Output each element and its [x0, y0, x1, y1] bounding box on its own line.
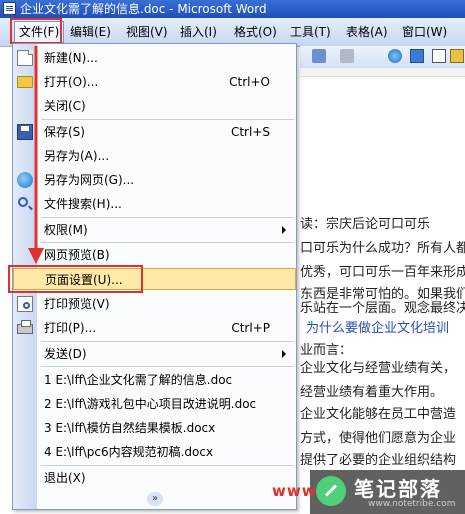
menu-item-label: 保存(S) — [44, 125, 85, 139]
menu-item-label: 权限(M) — [44, 223, 88, 237]
standard-toolbar — [300, 46, 465, 69]
menu-item-file-search[interactable]: 文件搜索(H)... — [13, 193, 296, 215]
menu-item-save-as[interactable]: 另存为(A)... — [13, 145, 296, 167]
submenu-arrow-icon — [282, 226, 286, 234]
document-line: 提供了必要的企业组织结构 — [300, 453, 457, 468]
document-line: 读：宗庆后论可口可乐 — [300, 217, 431, 232]
search-icon — [18, 197, 28, 207]
menu-insert[interactable]: 插入(I) — [180, 23, 217, 41]
menu-separator — [41, 465, 294, 466]
menu-edit[interactable]: 编辑(E) — [70, 23, 111, 41]
menu-view[interactable]: 视图(V) — [126, 23, 168, 41]
menu-format[interactable]: 格式(O) — [234, 23, 277, 41]
menu-item-shortcut: Ctrl+P — [231, 321, 270, 335]
menu-item-label: 3 E:\lff\模仿自然结果模板.docx — [44, 421, 216, 435]
recent-file-2[interactable]: 2 E:\lff\游戏礼包中心项目改进说明.doc — [13, 393, 296, 415]
recent-file-4[interactable]: 4 E:\lff\pc6内容规范初稿.docx — [13, 441, 296, 463]
tables-borders-icon[interactable] — [410, 49, 424, 63]
menu-table[interactable]: 表格(A) — [346, 23, 388, 41]
menu-item-shortcut: Ctrl+S — [230, 125, 270, 139]
recent-file-1[interactable]: 1 E:\lff\企业文化需了解的信息.doc — [13, 369, 296, 391]
menu-item-permission[interactable]: 权限(M) — [13, 219, 296, 241]
insert-table-icon[interactable] — [432, 49, 446, 63]
menu-item-label: 打印(P)... — [44, 321, 97, 335]
menu-separator — [41, 242, 294, 243]
watermark-url: www.notetribe.com — [368, 499, 456, 509]
document-line: 企业文化能够在员工中营造 — [300, 407, 457, 422]
menu-item-label: 打印预览(V) — [44, 297, 110, 311]
word-document-icon — [3, 2, 16, 15]
save-icon — [17, 124, 33, 140]
title-bar: 企业文化需了解的信息.doc - Microsoft Word — [0, 0, 465, 18]
ruler — [300, 68, 465, 77]
menu-item-send[interactable]: 发送(D) — [13, 343, 296, 365]
submenu-arrow-icon — [282, 350, 286, 358]
menu-item-label: 另存为网页(G)... — [44, 173, 135, 187]
document-line: 企业文化与经营业绩有关， — [300, 361, 457, 376]
menu-item-new[interactable]: 新建(N)... — [13, 47, 296, 69]
new-document-icon — [17, 50, 33, 66]
menu-item-exit[interactable]: 退出(X) — [13, 467, 296, 489]
window-title: 企业文化需了解的信息.doc - Microsoft Word — [20, 2, 267, 16]
printer-icon — [17, 320, 33, 334]
print-preview-icon — [17, 296, 33, 312]
menu-item-label: 新建(N)... — [44, 51, 98, 65]
watermark: www 笔记部落 www.notetribe.com — [272, 470, 465, 514]
menu-window[interactable]: 窗口(W) — [402, 23, 447, 41]
menu-item-print[interactable]: 打印(P)... Ctrl+P — [13, 317, 296, 339]
menu-item-label: 打开(O)... — [44, 75, 99, 89]
menu-item-save[interactable]: 保存(S) Ctrl+S — [13, 121, 296, 143]
menu-item-web-preview[interactable]: 网页预览(B) — [13, 244, 296, 266]
menu-item-label: 发送(D) — [44, 347, 87, 361]
menu-item-label: 退出(X) — [44, 471, 86, 485]
annotation-box-file-menu — [10, 18, 62, 44]
menu-separator — [41, 341, 294, 342]
columns-icon[interactable] — [450, 49, 464, 63]
menu-item-label: 关闭(C) — [44, 99, 86, 113]
watermark-name: 笔记部落 — [354, 477, 442, 501]
menu-separator — [41, 366, 294, 367]
document-line: 业而言： — [300, 343, 353, 358]
hyperlink-icon[interactable] — [388, 49, 402, 63]
menu-separator — [41, 217, 294, 218]
menu-item-close[interactable]: 关闭(C) — [13, 95, 296, 117]
expand-menu-chevron-icon[interactable]: » — [147, 492, 163, 506]
document-line: 方式，使得他们愿意为企业 — [300, 431, 457, 446]
folder-icon — [17, 76, 33, 88]
redo-icon[interactable] — [340, 49, 354, 63]
menu-separator — [41, 119, 294, 120]
document-heading-link[interactable]: 为什么要做企业文化培训 — [306, 320, 449, 337]
document-line: 乐站在一个层面。观念最终决 — [300, 301, 465, 316]
menu-item-label: 文件搜索(H)... — [44, 197, 122, 211]
menu-item-label: 2 E:\lff\游戏礼包中心项目改进说明.doc — [44, 397, 257, 411]
menu-item-label: 1 E:\lff\企业文化需了解的信息.doc — [44, 373, 233, 387]
watermark-prefix: www — [272, 482, 317, 500]
recent-file-3[interactable]: 3 E:\lff\模仿自然结果模板.docx — [13, 417, 296, 439]
menu-item-open[interactable]: 打开(O)... Ctrl+O — [13, 71, 296, 93]
document-line: 优秀，可口可乐一百年来形成 — [300, 265, 465, 280]
menu-item-print-preview[interactable]: 打印预览(V) — [13, 293, 296, 315]
menu-tools[interactable]: 工具(T) — [290, 23, 331, 41]
pen-logo-icon — [316, 476, 346, 506]
menu-item-label: 另存为(A)... — [44, 149, 110, 163]
annotation-box-page-setup — [8, 265, 143, 293]
menu-item-label: 4 E:\lff\pc6内容规范初稿.docx — [44, 445, 214, 459]
document-line: 口可乐为什么成功？所有人都 — [300, 241, 465, 256]
undo-icon[interactable] — [312, 49, 326, 63]
menu-item-save-as-web[interactable]: 另存为网页(G)... — [13, 169, 296, 191]
menu-item-shortcut: Ctrl+O — [229, 75, 270, 89]
menu-item-label: 网页预览(B) — [44, 248, 110, 262]
globe-icon — [17, 172, 33, 188]
document-line: 经营业绩有着重大作用。 — [300, 385, 444, 400]
